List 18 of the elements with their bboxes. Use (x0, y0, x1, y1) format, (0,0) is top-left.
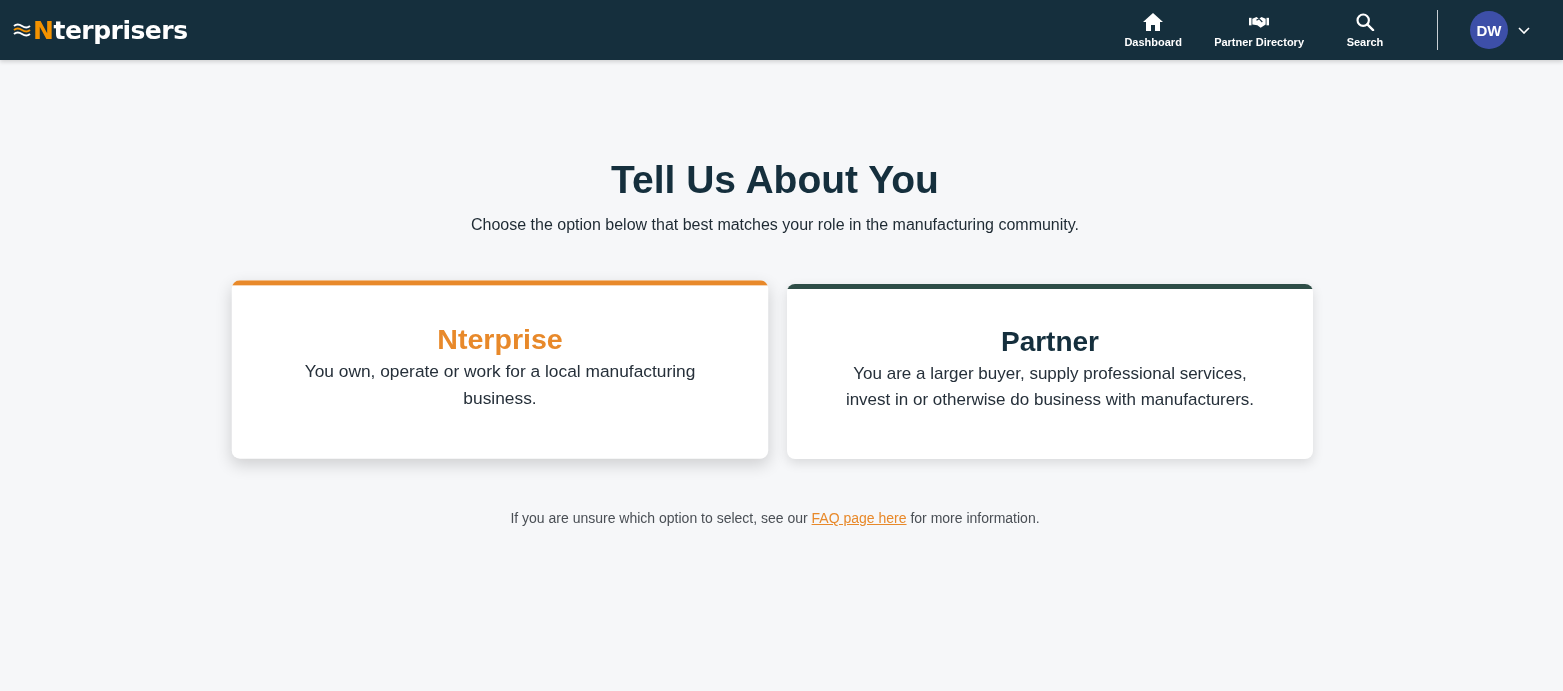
brand-logo-text[interactable]: Nterprisers (33, 15, 188, 45)
faq-help-text: If you are unsure which option to select, see our FAQ page here for more information. (510, 510, 1040, 526)
nav-link[interactable]: Partner Directory (1204, 12, 1314, 48)
page-title: Tell Us About You (611, 157, 939, 203)
option-title: Partner (1000, 325, 1099, 359)
chevron-down-icon[interactable] (1518, 26, 1530, 34)
search-icon (1355, 12, 1375, 31)
option-title: Nterprise (437, 322, 563, 357)
nav-link[interactable]: Dashboard (1102, 12, 1205, 48)
option-description: You own, operate or work for a local manufacturing business. (303, 360, 697, 410)
page-subtitle: Choose the option below that best matches your role in the manufacturing community. (471, 216, 1079, 234)
role-option-card[interactable]: Nterprise You own, operate or work for a local manufacturing business. (231, 280, 769, 459)
role-option-card[interactable]: Partner You are a larger buyer, supply professional services, invest in or otherwise do business with manufacturers. (787, 284, 1313, 459)
user-avatar[interactable]: DW (1470, 11, 1508, 49)
option-description: You are a larger buyer, supply professional services, invest in or otherwise do business with manufacturers. (844, 363, 1256, 411)
home-icon (1143, 12, 1164, 31)
nav-link[interactable]: Search (1314, 12, 1416, 48)
wave-logo-icon (13, 23, 31, 37)
